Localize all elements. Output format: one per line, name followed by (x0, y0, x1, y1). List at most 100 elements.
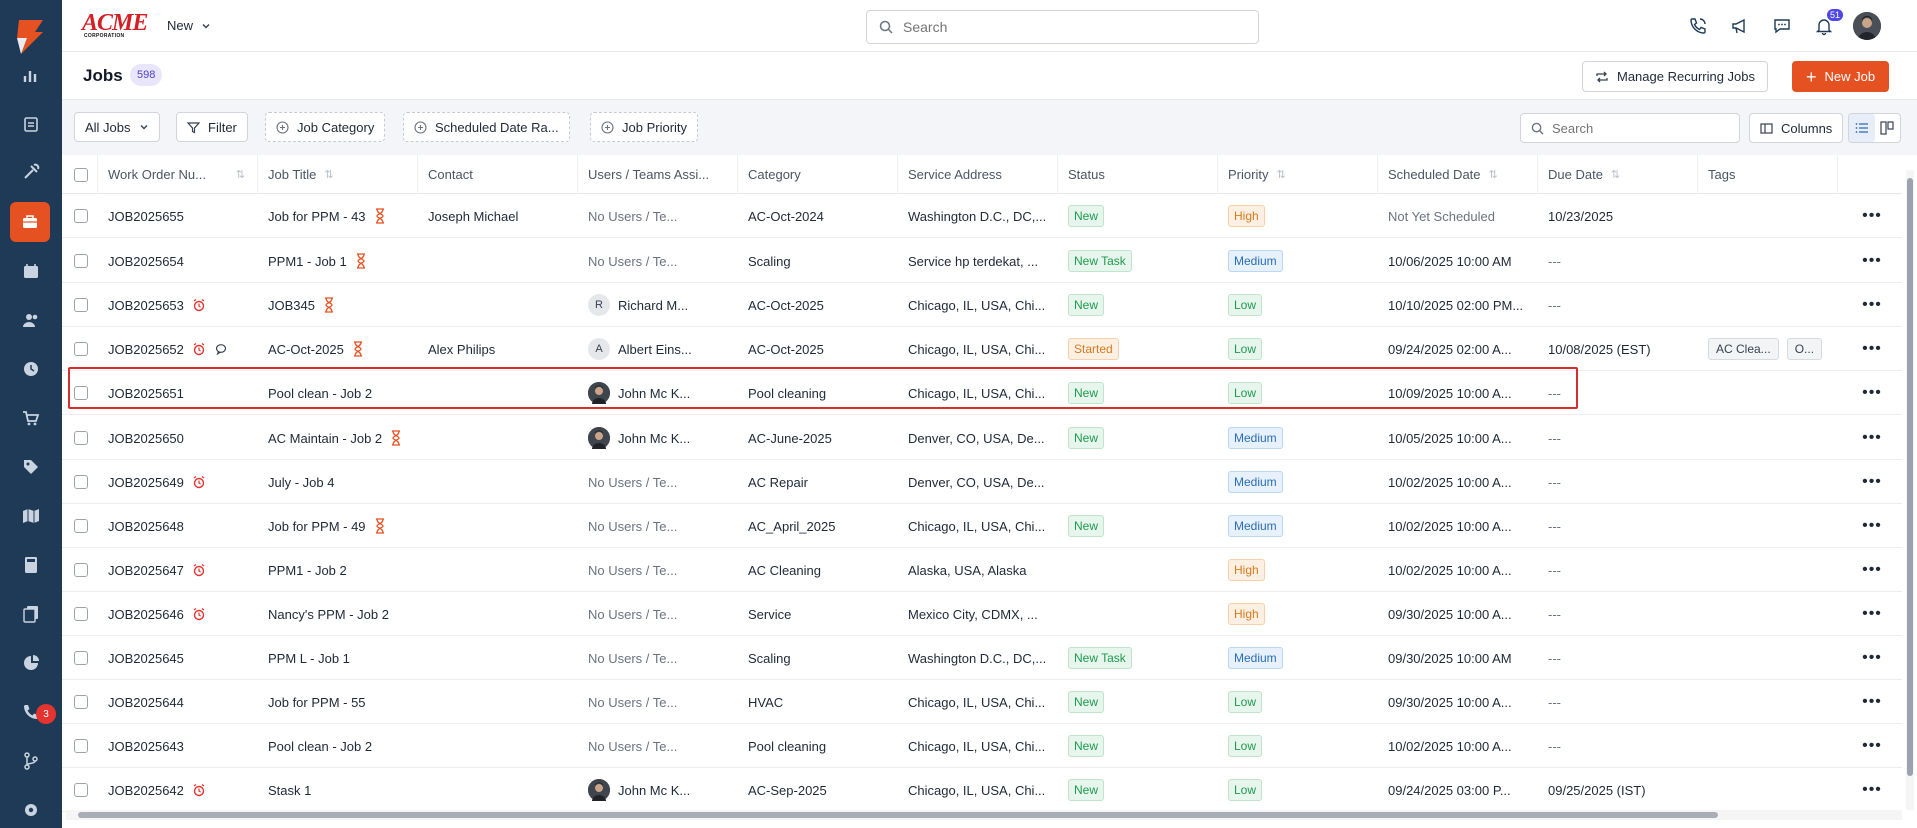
chat-icon[interactable] (1769, 13, 1795, 39)
row-actions-menu[interactable]: ••• (1862, 517, 1882, 535)
job-title[interactable]: Pool clean - Job 2 (268, 386, 372, 401)
contact-name[interactable]: Alex Philips (428, 342, 495, 357)
app-logo-icon[interactable] (13, 18, 47, 56)
row-actions-menu[interactable]: ••• (1862, 296, 1882, 314)
sidebar-item-settings[interactable] (0, 790, 62, 828)
sort-icon[interactable]: ⇅ (324, 168, 333, 181)
assigned-users[interactable]: John Mc K... (618, 783, 690, 798)
job-title[interactable]: AC Maintain - Job 2 (268, 431, 382, 446)
row-checkbox[interactable] (74, 739, 88, 753)
assigned-users[interactable]: No Users / Te... (588, 651, 677, 666)
table-row[interactable]: JOB2025646 Nancy's PPM - Job 2 No Users / … (62, 592, 1902, 636)
columns-button[interactable]: Columns (1749, 113, 1844, 143)
job-title[interactable]: July - Job 4 (268, 475, 334, 490)
row-checkbox[interactable] (74, 651, 88, 665)
work-order-number[interactable]: JOB2025651 (108, 386, 184, 401)
work-order-number[interactable]: JOB2025652 (108, 342, 184, 357)
all-jobs-dropdown[interactable]: All Jobs (74, 112, 160, 142)
work-order-number[interactable]: JOB2025642 (108, 783, 184, 798)
column-header-status[interactable]: Status (1058, 155, 1218, 194)
work-order-number[interactable]: JOB2025653 (108, 298, 184, 313)
job-title[interactable]: AC-Oct-2025 (268, 342, 344, 357)
global-search[interactable] (866, 10, 1259, 44)
assigned-users[interactable]: Richard M... (618, 298, 688, 313)
job-title[interactable]: Job for PPM - 55 (268, 695, 366, 710)
sidebar-item-map[interactable] (0, 496, 62, 536)
sidebar-item-users[interactable] (0, 300, 62, 340)
work-order-number[interactable]: JOB2025646 (108, 607, 184, 622)
table-row[interactable]: JOB2025654 PPM1 - Job 1 No Users / Te... Sc… (62, 239, 1902, 283)
job-title[interactable]: PPM1 - Job 2 (268, 563, 347, 578)
table-row[interactable]: JOB2025650 AC Maintain - Job 2 John Mc K..… (62, 416, 1902, 460)
assigned-users[interactable]: No Users / Te... (588, 607, 677, 622)
assigned-users[interactable]: John Mc K... (618, 431, 690, 446)
sort-icon[interactable]: ⇅ (1489, 168, 1498, 181)
phone-icon[interactable] (1685, 13, 1711, 39)
row-checkbox[interactable] (74, 519, 88, 533)
job-title[interactable]: Job for PPM - 49 (268, 519, 366, 534)
work-order-number[interactable]: JOB2025650 (108, 431, 184, 446)
table-row[interactable]: JOB2025642 Stask 1 John Mc K... AC-Sep-2025… (62, 768, 1902, 812)
row-actions-menu[interactable]: ••• (1862, 737, 1882, 755)
job-priority-filter[interactable]: Job Priority (590, 112, 699, 142)
job-title[interactable]: JOB345 (268, 298, 315, 313)
work-order-number[interactable]: JOB2025648 (108, 519, 184, 534)
list-view-icon[interactable] (1849, 114, 1875, 142)
sidebar-item-briefcase[interactable] (10, 202, 50, 242)
sort-icon[interactable]: ⇅ (236, 168, 245, 181)
horizontal-scrollbar[interactable] (66, 810, 1902, 820)
sidebar-item-pie-chart[interactable] (0, 643, 62, 683)
global-search-input[interactable] (903, 19, 1233, 35)
work-order-number[interactable]: JOB2025655 (108, 209, 184, 224)
job-category-filter[interactable]: Job Category (265, 112, 386, 142)
column-header-job-title[interactable]: Job Title ⇅ (258, 155, 418, 194)
row-actions-menu[interactable]: ••• (1862, 649, 1882, 667)
row-checkbox[interactable] (74, 695, 88, 709)
table-row[interactable]: JOB2025644 Job for PPM - 55 No Users / Te.… (62, 680, 1902, 724)
job-title[interactable]: Stask 1 (268, 783, 311, 798)
row-actions-menu[interactable]: ••• (1862, 473, 1882, 491)
row-checkbox[interactable] (74, 298, 88, 312)
work-order-number[interactable]: JOB2025654 (108, 254, 184, 269)
assigned-users[interactable]: Albert Eins... (618, 342, 692, 357)
sidebar-item-tools[interactable] (0, 152, 62, 192)
row-actions-menu[interactable]: ••• (1862, 252, 1882, 270)
bell-icon[interactable]: 51 (1811, 9, 1843, 39)
sidebar-item-calendar[interactable] (0, 251, 62, 291)
assigned-users[interactable]: John Mc K... (618, 386, 690, 401)
table-row[interactable]: JOB2025643 Pool clean - Job 2 No Users / T… (62, 724, 1902, 768)
row-checkbox[interactable] (74, 209, 88, 223)
contact-name[interactable]: Joseph Michael (428, 209, 518, 224)
work-order-number[interactable]: JOB2025647 (108, 563, 184, 578)
work-order-number[interactable]: JOB2025643 (108, 739, 184, 754)
new-job-button[interactable]: + New Job (1792, 61, 1890, 92)
column-header-category[interactable]: Category (738, 155, 898, 194)
row-checkbox[interactable] (74, 254, 88, 268)
user-avatar[interactable] (1853, 12, 1881, 40)
sidebar-item-documents[interactable] (0, 594, 62, 634)
table-row[interactable]: JOB2025655 Job for PPM - 43 Joseph Michael… (62, 194, 1902, 238)
scheduled-date-filter[interactable]: Scheduled Date Ra... (403, 112, 570, 142)
column-header-due[interactable]: Due Date ⇅ (1538, 155, 1698, 194)
sidebar-item-calculator[interactable] (0, 545, 62, 585)
tag-chip[interactable]: AC Clea... (1708, 338, 1779, 360)
filter-button[interactable]: Filter (176, 112, 248, 142)
table-row[interactable]: JOB2025647 PPM1 - Job 2 No Users / Te... AC… (62, 548, 1902, 592)
job-title[interactable]: Job for PPM - 43 (268, 209, 366, 224)
row-checkbox[interactable] (74, 431, 88, 445)
row-checkbox[interactable] (74, 386, 88, 400)
job-title[interactable]: Pool clean - Job 2 (268, 739, 372, 754)
work-order-number[interactable]: JOB2025649 (108, 475, 184, 490)
manage-recurring-jobs-button[interactable]: Manage Recurring Jobs (1582, 61, 1769, 92)
row-actions-menu[interactable]: ••• (1862, 605, 1882, 623)
table-search[interactable] (1520, 113, 1740, 143)
job-title[interactable]: Nancy's PPM - Job 2 (268, 607, 389, 622)
job-title[interactable]: PPM L - Job 1 (268, 651, 350, 666)
job-title[interactable]: PPM1 - Job 1 (268, 254, 347, 269)
megaphone-icon[interactable] (1727, 13, 1753, 39)
sidebar-item-cart[interactable] (0, 398, 62, 438)
row-checkbox[interactable] (74, 563, 88, 577)
brand-logo[interactable]: ACME (82, 11, 148, 35)
sidebar-item-tag[interactable] (0, 447, 62, 487)
table-row[interactable]: JOB2025645 PPM L - Job 1 No Users / Te... S… (62, 636, 1902, 680)
